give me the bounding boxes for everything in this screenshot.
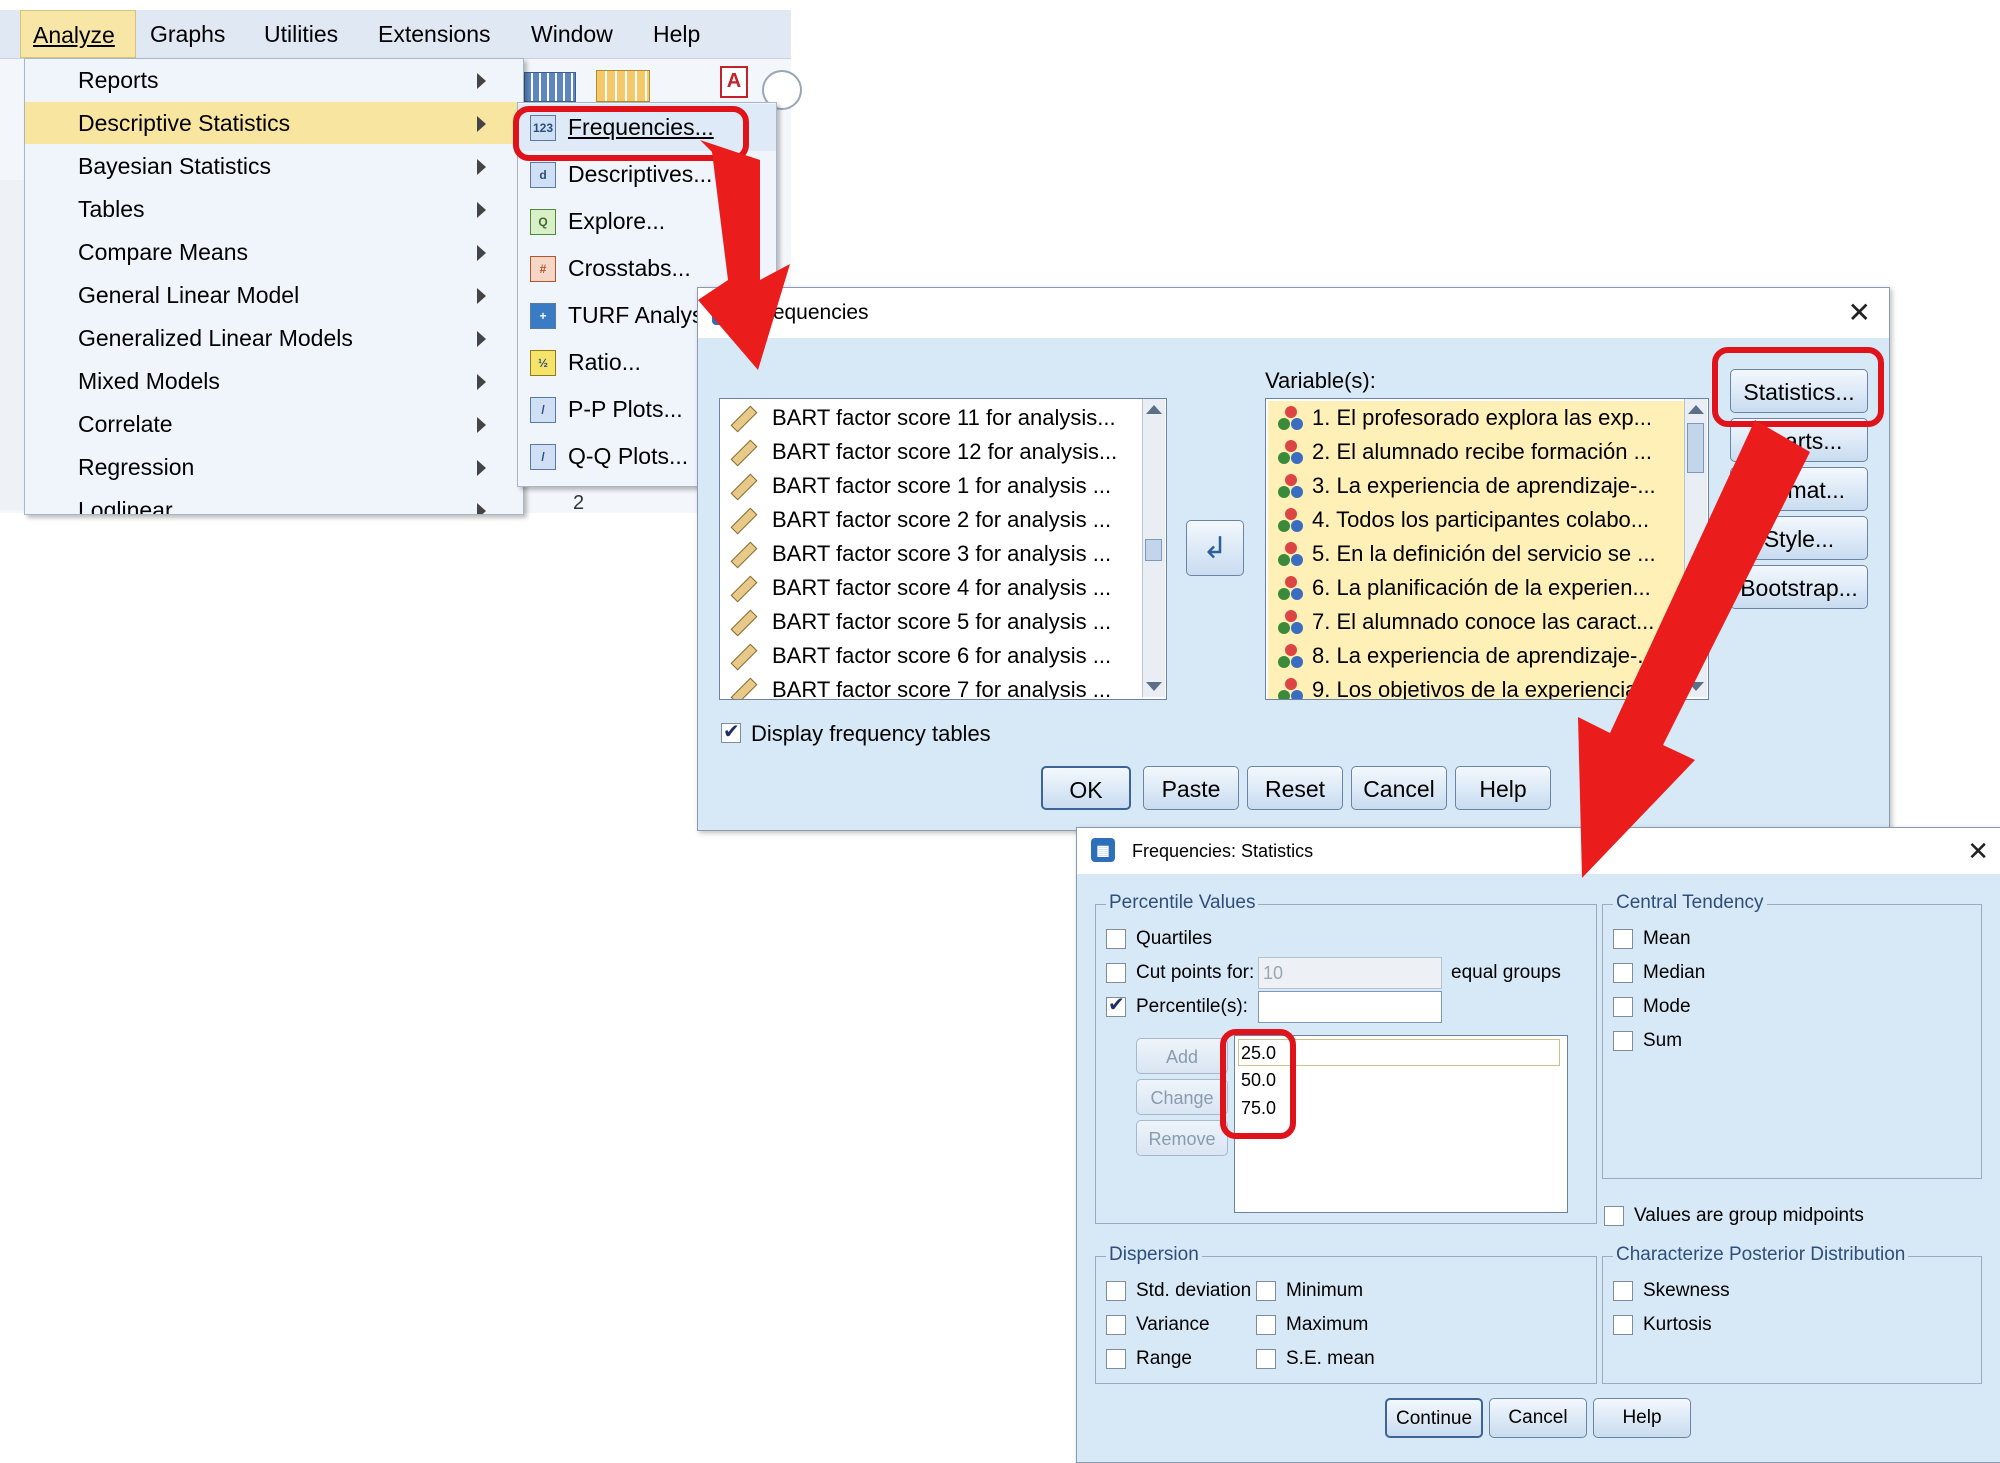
arrow-to-statistics-dialog bbox=[1578, 420, 1810, 878]
arrow-to-frequencies-dialog bbox=[698, 140, 790, 370]
annotation-arrows bbox=[698, 140, 1810, 878]
